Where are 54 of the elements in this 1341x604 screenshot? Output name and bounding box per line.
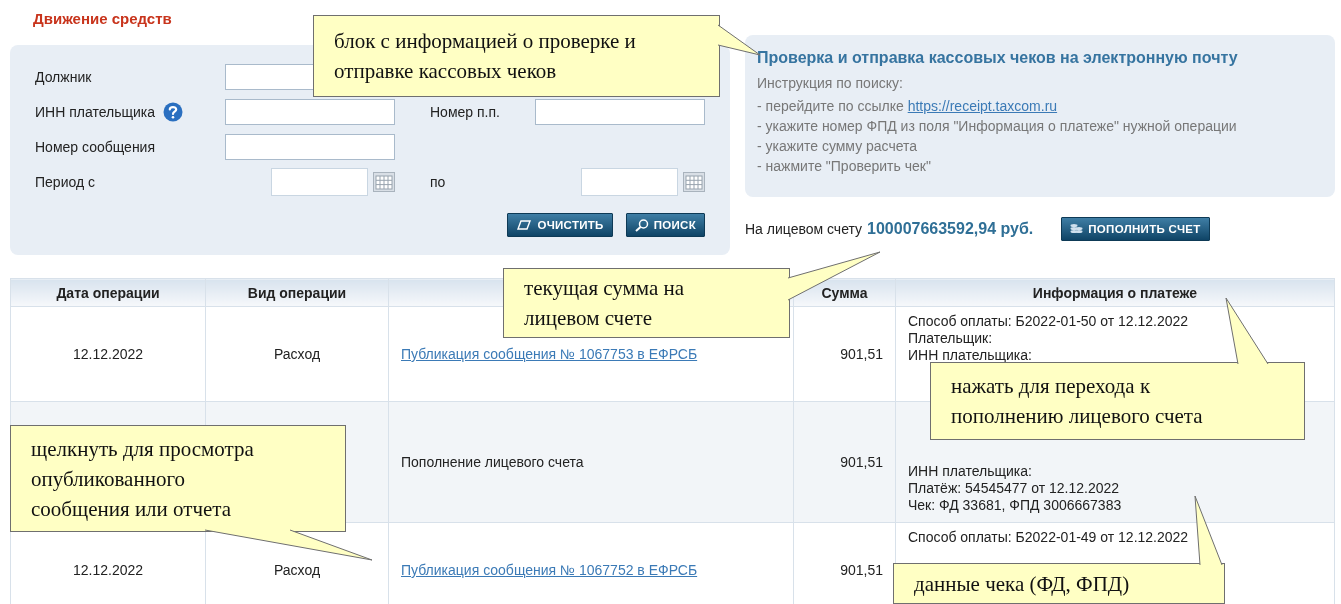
input-field[interactable] xyxy=(225,98,395,125)
calendar-icon[interactable] xyxy=(373,171,395,192)
top-up-button[interactable]: ПОПОЛНИТЬ СЧЕТ xyxy=(1061,217,1210,241)
balance-label: На лицевом счету xyxy=(745,221,863,237)
payment-info-line: Способ оплаты: Б2022-01-50 от 12.12.2022 xyxy=(908,313,1190,330)
calendar-icon[interactable] xyxy=(683,171,705,192)
field-label: Период с xyxy=(35,173,95,190)
info-text: Инструкция по поиску: xyxy=(757,74,904,93)
column-header: Вид операции xyxy=(205,278,389,307)
input-field[interactable] xyxy=(225,133,395,160)
clear-button[interactable]: ОЧИСТИТЬ xyxy=(507,213,613,237)
date-cell: 12.12.2022 xyxy=(72,346,144,362)
operation-type: Расход xyxy=(273,346,321,362)
search-button[interactable]: ПОИСК xyxy=(625,213,705,237)
coins-icon xyxy=(1070,223,1084,235)
info-title: Проверка и отправка кассовых чеков на электронную почту xyxy=(757,49,1239,67)
field-label: Номер п.п. xyxy=(430,103,500,120)
callout-tooltip: текущая сумма на лицевом счете xyxy=(503,268,790,338)
callout-pointer xyxy=(1225,297,1269,365)
payment-info-line: ИНН плательщика: xyxy=(908,347,1033,364)
instruction-step: - перейдите по ссылке https://receipt.taxcom.ru xyxy=(757,96,1323,116)
publication-link[interactable]: Публикация сообщения № 1067752 в ЕФРСБ xyxy=(401,562,698,578)
instruction-step: - укажите номер ФПД из поля "Информация о платеже" нужной операции xyxy=(757,116,1323,136)
field-label: ИНН плательщика xyxy=(35,103,155,120)
balance-amount: 100007663592,94 руб. xyxy=(867,220,1034,238)
field-label: по xyxy=(430,173,446,190)
column-header: Информация о платеже xyxy=(895,278,1335,307)
instruction-step: - нажмите "Проверить чек" xyxy=(757,156,1323,176)
callout-pointer xyxy=(1194,495,1223,566)
payment-info-line: Способ оплаты: Б2022-01-49 от 12.12.2022 xyxy=(908,529,1190,546)
receipt-link[interactable]: https://receipt.taxcom.ru xyxy=(907,98,1058,114)
field-label: Должник xyxy=(35,68,92,85)
search-icon xyxy=(634,218,649,232)
amount-cell: 901,51 xyxy=(840,454,883,470)
help-icon[interactable] xyxy=(163,101,183,122)
eraser-icon xyxy=(516,219,533,231)
input-field[interactable] xyxy=(535,98,705,125)
payment-info-line: Платёж: 54545477 от 12.12.2022 xyxy=(908,480,1121,497)
callout-tooltip: блок с информацией о проверке и отправке кассовых чеков xyxy=(313,15,720,97)
page-title: Движение средств xyxy=(32,9,173,25)
amount-cell: 901,51 xyxy=(840,346,883,362)
field-label: Номер сообщения xyxy=(35,138,155,155)
date-field[interactable] xyxy=(581,167,678,196)
operation-type: Расход xyxy=(273,562,321,578)
date-cell: 12.12.2022 xyxy=(72,562,144,578)
operation-description: Пополнение лицевого счета xyxy=(401,454,584,470)
amount-cell: 901,51 xyxy=(840,562,883,578)
column-header: Дата операции xyxy=(10,278,206,307)
payment-info-line: ИНН плательщика: xyxy=(908,463,1033,480)
payment-info-line: Чек: ФД 33681, ФПД 3006667383 xyxy=(908,497,1123,514)
date-field[interactable] xyxy=(271,167,368,196)
payment-info-line: Плательщик: xyxy=(908,330,994,347)
publication-link[interactable]: Публикация сообщения № 1067753 в ЕФРСБ xyxy=(401,346,698,362)
instruction-step: - укажите сумму расчета xyxy=(757,136,1323,156)
